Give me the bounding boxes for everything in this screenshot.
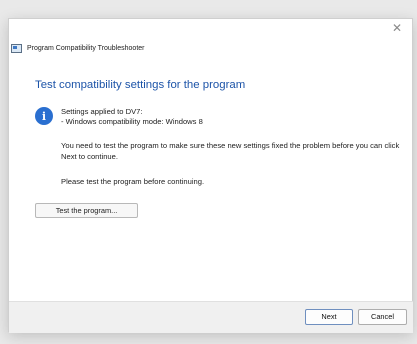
next-button[interactable]: Next <box>305 309 353 325</box>
settings-summary: Settings applied to DV7: - Windows compa… <box>61 107 203 127</box>
page-title: Test compatibility settings for the prog… <box>35 79 246 91</box>
info-icon: i <box>35 107 53 125</box>
troubleshooter-app-icon <box>11 43 22 53</box>
compat-mode-text: - Windows compatibility mode: Windows 8 <box>61 117 203 126</box>
instruction-text: You need to test the program to make sur… <box>61 141 400 161</box>
troubleshooter-window <box>8 18 413 332</box>
test-program-button[interactable]: Test the program... <box>35 203 138 218</box>
settings-applied-text: Settings applied to DV7: <box>61 107 143 116</box>
close-button[interactable]: ✕ <box>387 20 407 36</box>
info-row: i <box>35 107 53 125</box>
close-icon: ✕ <box>391 21 403 35</box>
window-title: Program Compatibility Troubleshooter <box>27 44 145 52</box>
test-prompt-text: Please test the program before continuin… <box>61 177 205 186</box>
title-bar: Program Compatibility Troubleshooter <box>11 40 145 56</box>
cancel-button[interactable]: Cancel <box>358 309 407 325</box>
